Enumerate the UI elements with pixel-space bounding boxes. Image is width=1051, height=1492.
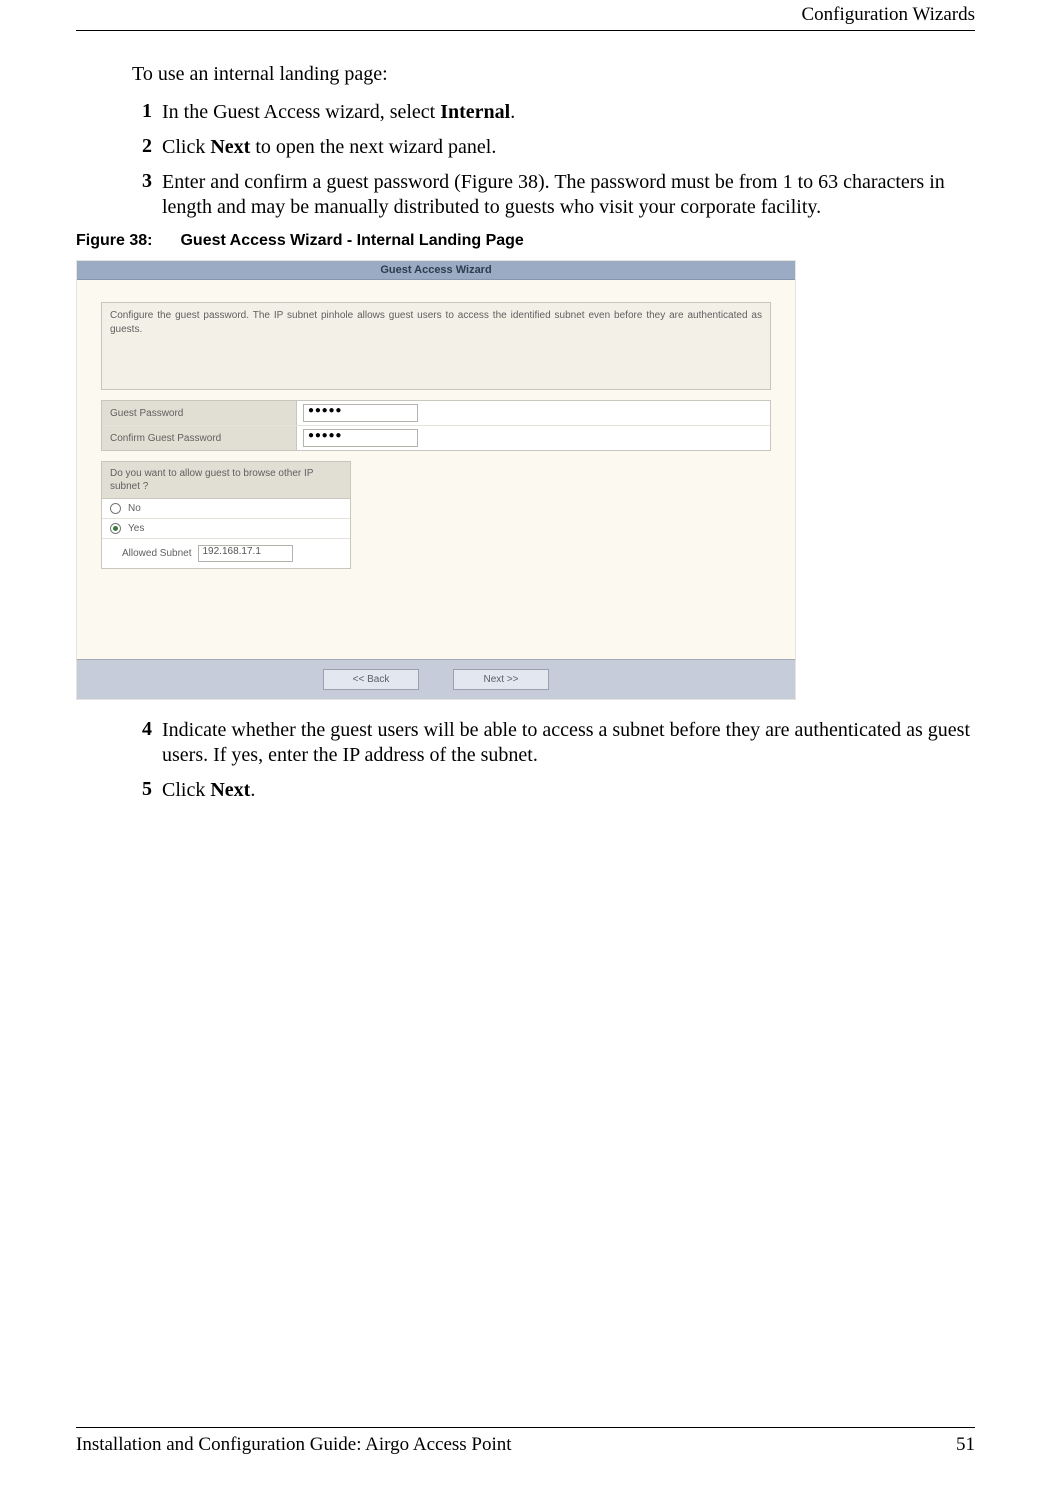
step-number: 4 (136, 718, 162, 768)
step-number: 5 (136, 778, 162, 803)
step-item: 5Click Next. (132, 778, 975, 803)
step-item: 2Click Next to open the next wizard pane… (132, 135, 975, 160)
radio-yes-icon (110, 523, 121, 534)
subnet-question: Do you want to allow guest to browse oth… (102, 462, 350, 499)
figure-title: Guest Access Wizard - Internal Landing P… (180, 232, 523, 249)
step-number: 2 (136, 135, 162, 160)
guest-password-row: Guest Password ●●●●● (102, 401, 770, 426)
option-yes-label: Yes (128, 523, 144, 534)
password-table: Guest Password ●●●●● Confirm Guest Passw… (101, 400, 771, 451)
guest-password-label: Guest Password (102, 401, 297, 425)
confirm-password-input[interactable]: ●●●●● (303, 429, 418, 447)
footer-rule (76, 1427, 975, 1428)
steps-top: 1In the Guest Access wizard, select Inte… (132, 100, 975, 220)
intro-text: To use an internal landing page: (132, 63, 975, 86)
step-text: Click Next to open the next wizard panel… (162, 135, 975, 160)
figure-caption: Figure 38: Guest Access Wizard - Internal… (76, 232, 975, 250)
step-item: 1In the Guest Access wizard, select Inte… (132, 100, 975, 125)
back-button[interactable]: << Back (323, 669, 419, 690)
subnet-table: Do you want to allow guest to browse oth… (101, 461, 351, 569)
subnet-option-no[interactable]: No (102, 499, 350, 519)
allowed-subnet-input[interactable]: 192.168.17.1 (198, 545, 293, 562)
step-number: 1 (136, 100, 162, 125)
page-header: Configuration Wizards (76, 0, 975, 31)
allowed-subnet-label: Allowed Subnet (122, 548, 192, 559)
guest-password-input[interactable]: ●●●●● (303, 404, 418, 422)
step-text: Click Next. (162, 778, 975, 803)
step-text: In the Guest Access wizard, select Inter… (162, 100, 975, 125)
step-number: 3 (136, 170, 162, 220)
radio-no-icon (110, 503, 121, 514)
steps-bottom: 4Indicate whether the guest users will b… (132, 718, 975, 803)
wizard-description: Configure the guest password. The IP sub… (101, 302, 771, 390)
step-text: Indicate whether the guest users will be… (162, 718, 975, 768)
step-item: 4Indicate whether the guest users will b… (132, 718, 975, 768)
confirm-password-label: Confirm Guest Password (102, 426, 297, 450)
wizard-screenshot: Guest Access Wizard Configure the guest … (76, 260, 796, 700)
confirm-password-row: Confirm Guest Password ●●●●● (102, 426, 770, 450)
subnet-option-yes[interactable]: Yes (102, 519, 350, 539)
footer-doc-title: Installation and Configuration Guide: Ai… (76, 1434, 512, 1456)
wizard-title: Guest Access Wizard (77, 261, 795, 280)
wizard-footer: << Back Next >> (77, 659, 795, 699)
header-section: Configuration Wizards (801, 4, 975, 25)
footer-page-number: 51 (956, 1434, 975, 1456)
allowed-subnet-row: Allowed Subnet 192.168.17.1 (102, 539, 350, 568)
option-no-label: No (128, 503, 141, 514)
step-text: Enter and confirm a guest password (Figu… (162, 170, 975, 220)
figure-label: Figure 38: (76, 232, 152, 249)
wizard-body: Configure the guest password. The IP sub… (77, 280, 795, 569)
next-button[interactable]: Next >> (453, 669, 549, 690)
step-item: 3Enter and confirm a guest password (Fig… (132, 170, 975, 220)
page-footer: Installation and Configuration Guide: Ai… (76, 1427, 975, 1456)
